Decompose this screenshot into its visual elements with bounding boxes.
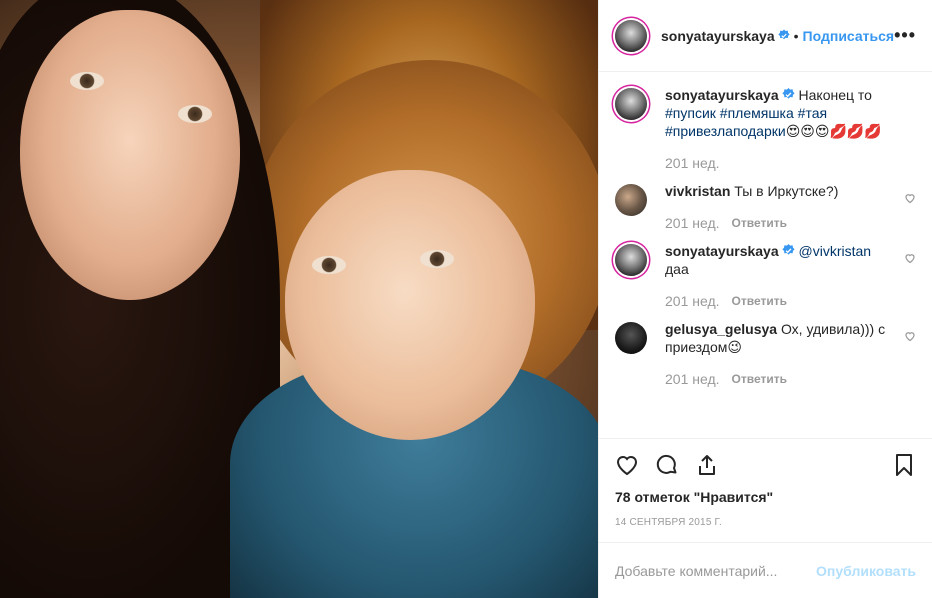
commenter-avatar[interactable] (615, 184, 647, 216)
photo-eye (312, 256, 346, 274)
like-comment-heart-icon[interactable] (904, 192, 916, 204)
comment-meta: 201 нед. Ответить (665, 214, 890, 232)
comment-body: sonyatayurskaya @vivkristan даа 201 нед.… (665, 242, 916, 310)
post: sonyatayurskaya • Подписаться ••• sonyat… (0, 0, 932, 598)
reply-button[interactable]: Ответить (732, 370, 787, 388)
author-avatar[interactable] (615, 19, 647, 52)
likes-count[interactable]: 78 отметок "Нравится" (615, 489, 916, 505)
bookmark-icon[interactable] (892, 453, 916, 477)
comment-time[interactable]: 201 нед. (665, 214, 720, 232)
more-options-icon[interactable]: ••• (894, 25, 916, 46)
comment-text: даа (665, 261, 689, 277)
comment-time[interactable]: 201 нед. (665, 292, 720, 310)
mention-link[interactable]: @vivkristan (799, 243, 872, 259)
post-actions: 78 отметок "Нравится" 14 сентября 2015 г… (599, 438, 932, 528)
caption-body: sonyatayurskaya Наконец то #пупсик #плем… (665, 86, 916, 172)
hashtag-link[interactable]: #тая (798, 105, 827, 121)
post-header: sonyatayurskaya • Подписаться ••• (599, 0, 932, 72)
comment-input[interactable]: Добавьте комментарий... (615, 563, 816, 579)
verified-badge-icon (778, 29, 790, 40)
publish-button[interactable]: Опубликовать (816, 563, 916, 579)
like-heart-icon[interactable] (615, 453, 639, 477)
verified-badge-icon (782, 88, 795, 99)
verified-badge-icon (782, 244, 795, 255)
post-date[interactable]: 14 сентября 2015 г. (615, 517, 916, 528)
comment-time[interactable]: 201 нед. (665, 370, 720, 388)
separator-dot: • (793, 27, 799, 44)
comment: vivkristan Ты в Иркутске?) 201 нед. Отве… (615, 182, 916, 232)
photo-child-face (285, 170, 535, 440)
comment-body: vivkristan Ты в Иркутске?) 201 нед. Отве… (665, 182, 916, 232)
hashtag-link[interactable]: #племяшка (720, 105, 794, 121)
reply-button[interactable]: Ответить (732, 214, 787, 232)
caption-meta: 201 нед. (665, 154, 890, 172)
caption-avatar[interactable] (615, 88, 647, 120)
author-username[interactable]: sonyatayurskaya (661, 28, 775, 44)
like-comment-heart-icon[interactable] (904, 252, 916, 264)
photo-eye (420, 250, 454, 268)
comment-body: gelusya_gelusya Ох, удивила))) с приездо… (665, 320, 916, 388)
commenter-username[interactable]: vivkristan (665, 183, 730, 199)
post-sidebar: sonyatayurskaya • Подписаться ••• sonyat… (598, 0, 932, 598)
comment-text: Ты в Иркутске?) (734, 183, 839, 199)
hashtag-link[interactable]: #пупсик (665, 105, 716, 121)
comment-meta: 201 нед. Ответить (665, 370, 890, 388)
comment: sonyatayurskaya @vivkristan даа 201 нед.… (615, 242, 916, 310)
share-icon[interactable] (695, 453, 719, 477)
reply-button[interactable]: Ответить (732, 292, 787, 310)
commenter-avatar[interactable] (615, 244, 647, 276)
photo-woman-face (20, 10, 240, 300)
caption-emoji: 😍😍😍💋💋💋 (785, 123, 882, 139)
comment-bubble-icon[interactable] (655, 453, 679, 477)
comment: gelusya_gelusya Ох, удивила))) с приездо… (615, 320, 916, 388)
comment-meta: 201 нед. Ответить (665, 292, 890, 310)
hashtag-link[interactable]: #привезлаподарки (665, 123, 786, 139)
like-comment-heart-icon[interactable] (904, 330, 916, 342)
commenter-avatar[interactable] (615, 322, 647, 354)
caption-username[interactable]: sonyatayurskaya (665, 87, 779, 103)
photo-eye (70, 72, 104, 90)
photo-eye (178, 105, 212, 123)
comments-list: sonyatayurskaya Наконец то #пупсик #плем… (599, 72, 932, 438)
caption-time[interactable]: 201 нед. (665, 154, 720, 172)
follow-button[interactable]: Подписаться (803, 28, 895, 44)
caption-text: Наконец то (798, 87, 872, 103)
caption: sonyatayurskaya Наконец то #пупсик #плем… (615, 86, 916, 172)
action-icons (615, 449, 916, 481)
commenter-username[interactable]: gelusya_gelusya (665, 321, 777, 337)
post-photo[interactable] (0, 0, 598, 598)
commenter-username[interactable]: sonyatayurskaya (665, 243, 779, 259)
add-comment-bar: Добавьте комментарий... Опубликовать (599, 542, 932, 598)
